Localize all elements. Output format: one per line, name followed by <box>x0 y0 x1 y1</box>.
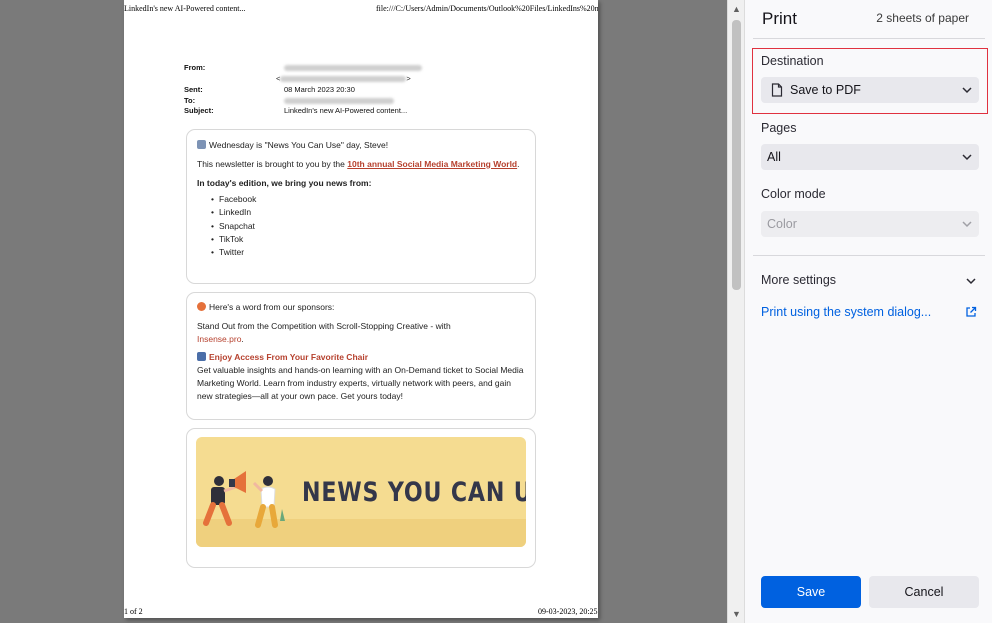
list-item: LinkedIn <box>211 206 525 219</box>
more-settings-label: More settings <box>761 273 837 287</box>
system-dialog-link[interactable]: Print using the system dialog... <box>761 305 979 319</box>
insense-link[interactable]: Insense.pro <box>197 334 241 344</box>
divider <box>753 38 985 39</box>
color-mode-select: Color <box>761 211 979 237</box>
from-label: From: <box>184 63 206 72</box>
news-sources-list: Facebook LinkedIn Snapchat TikTok Twitte… <box>197 193 525 259</box>
document-icon <box>771 83 783 97</box>
banner-card: NEWS YOU CAN USE <box>186 428 536 568</box>
greeting-text: Wednesday is "News You Can Use" day, Ste… <box>209 140 389 150</box>
page-footer-date: 09-03-2023, 20:25 <box>538 607 598 616</box>
scrollbar-thumb[interactable] <box>732 20 741 290</box>
external-link-icon <box>966 306 977 317</box>
sent-value: 08 March 2023 20:30 <box>284 85 355 94</box>
save-button[interactable]: Save <box>761 576 861 608</box>
pages-select[interactable]: All <box>761 144 979 170</box>
panel-title: Print <box>762 9 797 28</box>
subject-label: Subject: <box>184 106 214 115</box>
subject-value: LinkedIn's new AI-Powered content... <box>284 106 408 115</box>
list-item: Snapchat <box>211 220 525 233</box>
banner-title: NEWS YOU CAN USE <box>302 477 526 508</box>
destination-label: Destination <box>761 54 824 68</box>
people-megaphone-illustration <box>203 471 285 528</box>
chevron-down-icon <box>966 278 976 285</box>
pages-value: All <box>767 150 781 164</box>
list-item: Twitter <box>211 246 525 259</box>
pages-label: Pages <box>761 121 797 135</box>
cancel-button[interactable]: Cancel <box>869 576 979 608</box>
list-item: Facebook <box>211 193 525 206</box>
destination-select[interactable]: Save to PDF <box>761 77 979 103</box>
divider <box>753 255 985 256</box>
scroll-down-icon[interactable]: ▼ <box>731 607 742 621</box>
smmw-link[interactable]: 10th annual Social Media Marketing World <box>347 159 517 169</box>
print-preview-area: LinkedIn's new AI-Powered content... fil… <box>0 0 727 623</box>
chevron-down-icon <box>962 87 972 94</box>
access-heading[interactable]: Enjoy Access From Your Favorite Chair <box>209 352 368 362</box>
standout-text: Stand Out from the Competition with Scro… <box>197 320 451 331</box>
standout-end: . <box>241 333 244 344</box>
sent-label: Sent: <box>184 85 203 94</box>
page-footer-count: 1 of 2 <box>124 607 143 616</box>
color-mode-label: Color mode <box>761 187 826 201</box>
laptop-icon <box>197 352 206 362</box>
intro-end: . <box>517 158 520 169</box>
to-label: To: <box>184 95 196 105</box>
preview-scrollbar[interactable]: ▲ ▼ <box>727 0 744 623</box>
preview-page: LinkedIn's new AI-Powered content... fil… <box>124 0 598 618</box>
destination-value: Save to PDF <box>790 83 861 97</box>
news-banner-image: NEWS YOU CAN USE <box>196 437 526 547</box>
list-item: TikTok <box>211 233 525 246</box>
sponsor-card: Here's a word from our sponsors: Stand O… <box>186 292 536 420</box>
sheet-count: 2 sheets of paper <box>876 11 969 25</box>
more-settings-toggle[interactable]: More settings <box>761 273 979 289</box>
from-value-redacted <box>284 63 422 72</box>
calendar-icon <box>197 140 206 149</box>
newsletter-intro-card: Wednesday is "News You Can Use" day, Ste… <box>186 129 536 284</box>
chevron-down-icon <box>962 221 972 228</box>
color-mode-value: Color <box>767 217 797 231</box>
access-body: Get valuable insights and hands-on learn… <box>197 365 524 401</box>
sponsor-line: Here's a word from our sponsors: <box>209 302 335 312</box>
page-header-url: file:///C:/Users/Admin/Documents/Outlook… <box>376 4 598 13</box>
scroll-up-icon[interactable]: ▲ <box>731 2 742 16</box>
system-dialog-label: Print using the system dialog... <box>761 305 932 319</box>
hand-icon <box>197 302 206 311</box>
chevron-down-icon <box>962 154 972 161</box>
intro-text: This newsletter is brought to you by the <box>197 158 348 169</box>
edition-heading: In today's edition, we bring you news fr… <box>197 177 372 188</box>
page-header-title: LinkedIn's new AI-Powered content... <box>124 4 246 13</box>
from-email-redacted: < > <box>276 74 411 83</box>
print-settings-panel: Print 2 sheets of paper Destination Save… <box>744 0 992 623</box>
to-value-redacted <box>284 96 394 105</box>
